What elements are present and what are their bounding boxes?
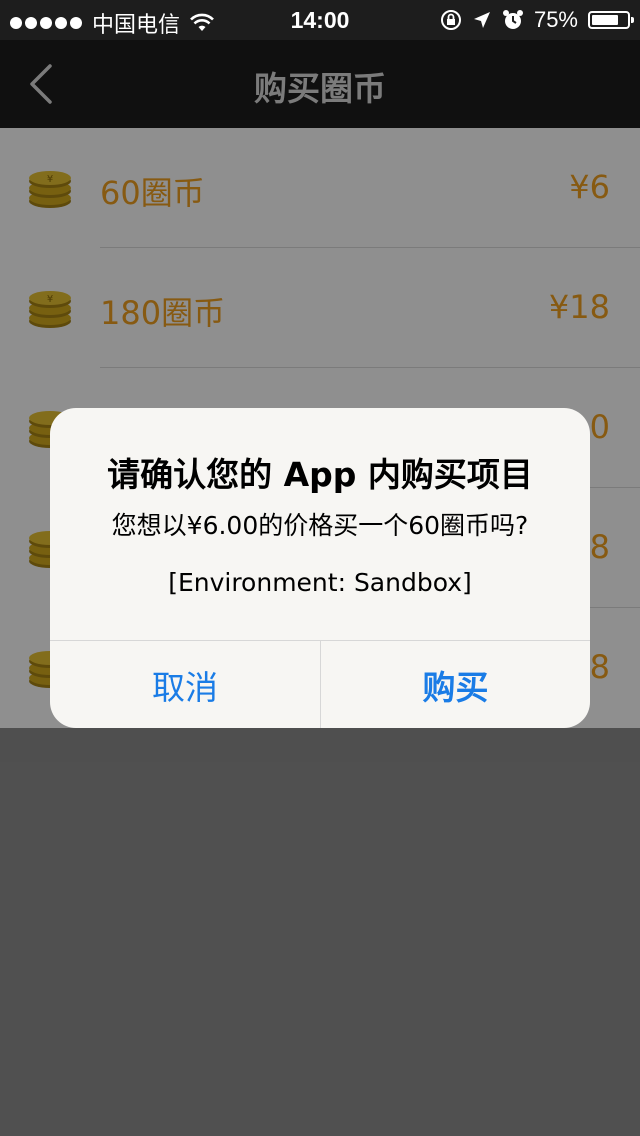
orientation-lock-icon xyxy=(440,10,461,30)
dialog-environment-note: [Environment: Sandbox] xyxy=(168,568,472,597)
cancel-button[interactable]: 取消 xyxy=(50,641,320,728)
dialog-title: 请确认您的 App 内购买项目 xyxy=(107,455,533,494)
battery-percent: 75% xyxy=(533,7,578,32)
purchase-confirm-dialog: 请确认您的 App 内购买项目 您想以¥6.00的价格买一个60圈币吗? [En… xyxy=(50,408,590,728)
buy-button[interactable]: 购买 xyxy=(321,641,590,728)
alarm-icon xyxy=(502,10,523,29)
status-bar: 中国电信 14:00 75% xyxy=(0,0,640,40)
battery-icon xyxy=(588,11,634,29)
status-right: 75% xyxy=(440,7,634,33)
dialog-message: 您想以¥6.00的价格买一个60圈币吗? xyxy=(111,511,529,540)
location-arrow-icon xyxy=(473,12,490,28)
